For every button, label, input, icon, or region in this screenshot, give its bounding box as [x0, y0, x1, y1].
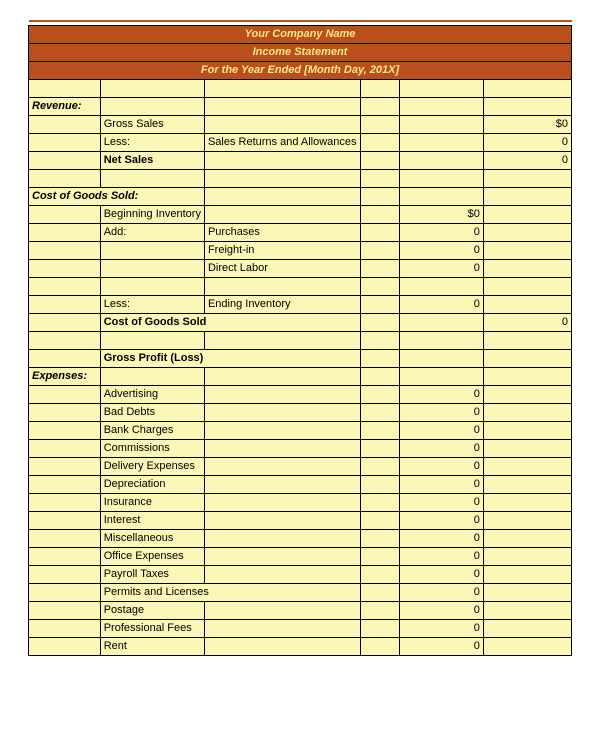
label-purchases: Purchases	[204, 223, 360, 241]
income-statement-table: Your Company Name Income Statement For t…	[28, 20, 572, 656]
label-net-sales: Net Sales	[100, 151, 204, 169]
value-beginning-inventory: $0	[399, 205, 483, 223]
label-less-2: Less:	[100, 295, 204, 313]
label-interest: Interest	[100, 511, 204, 529]
value-postage: 0	[399, 601, 483, 619]
section-revenue: Revenue:	[29, 97, 101, 115]
value-delivery-expenses: 0	[399, 457, 483, 475]
label-beginning-inventory: Beginning Inventory	[100, 205, 204, 223]
label-payroll-taxes: Payroll Taxes	[100, 565, 204, 583]
label-permits-licenses: Permits and Licenses	[100, 583, 360, 601]
value-purchases: 0	[399, 223, 483, 241]
section-expenses: Expenses:	[29, 367, 101, 385]
label-commissions: Commissions	[100, 439, 204, 457]
value-freight-in: 0	[399, 241, 483, 259]
value-direct-labor: 0	[399, 259, 483, 277]
label-direct-labor: Direct Labor	[204, 259, 360, 277]
label-professional-fees: Professional Fees	[100, 619, 204, 637]
label-advertising: Advertising	[100, 385, 204, 403]
label-add: Add:	[100, 223, 204, 241]
label-sales-returns: Sales Returns and Allowances	[204, 133, 360, 151]
label-cogs-total: Cost of Goods Sold	[100, 313, 360, 331]
value-depreciation: 0	[399, 475, 483, 493]
value-sales-returns: 0	[483, 133, 571, 151]
value-permits-licenses: 0	[399, 583, 483, 601]
value-insurance: 0	[399, 493, 483, 511]
label-gross-profit: Gross Profit (Loss)	[100, 349, 360, 367]
value-ending-inventory: 0	[399, 295, 483, 313]
value-office-expenses: 0	[399, 547, 483, 565]
value-bank-charges: 0	[399, 421, 483, 439]
value-advertising: 0	[399, 385, 483, 403]
label-less: Less:	[100, 133, 204, 151]
value-net-sales: 0	[483, 151, 571, 169]
value-miscellaneous: 0	[399, 529, 483, 547]
value-rent: 0	[399, 637, 483, 655]
value-commissions: 0	[399, 439, 483, 457]
section-cogs: Cost of Goods Sold:	[29, 187, 205, 205]
value-interest: 0	[399, 511, 483, 529]
label-miscellaneous: Miscellaneous	[100, 529, 204, 547]
label-freight-in: Freight-in	[204, 241, 360, 259]
value-gross-sales: $0	[483, 115, 571, 133]
label-bad-debts: Bad Debts	[100, 403, 204, 421]
label-gross-sales: Gross Sales	[100, 115, 204, 133]
label-postage: Postage	[100, 601, 204, 619]
label-bank-charges: Bank Charges	[100, 421, 204, 439]
label-ending-inventory: Ending Inventory	[204, 295, 360, 313]
label-insurance: Insurance	[100, 493, 204, 511]
header-company: Your Company Name	[29, 25, 572, 43]
header-title: Income Statement	[29, 43, 572, 61]
label-rent: Rent	[100, 637, 204, 655]
label-depreciation: Depreciation	[100, 475, 204, 493]
value-bad-debts: 0	[399, 403, 483, 421]
value-payroll-taxes: 0	[399, 565, 483, 583]
value-cogs-total: 0	[483, 313, 571, 331]
label-delivery-expenses: Delivery Expenses	[100, 457, 204, 475]
value-professional-fees: 0	[399, 619, 483, 637]
label-office-expenses: Office Expenses	[100, 547, 204, 565]
header-period: For the Year Ended [Month Day, 201X]	[29, 61, 572, 79]
